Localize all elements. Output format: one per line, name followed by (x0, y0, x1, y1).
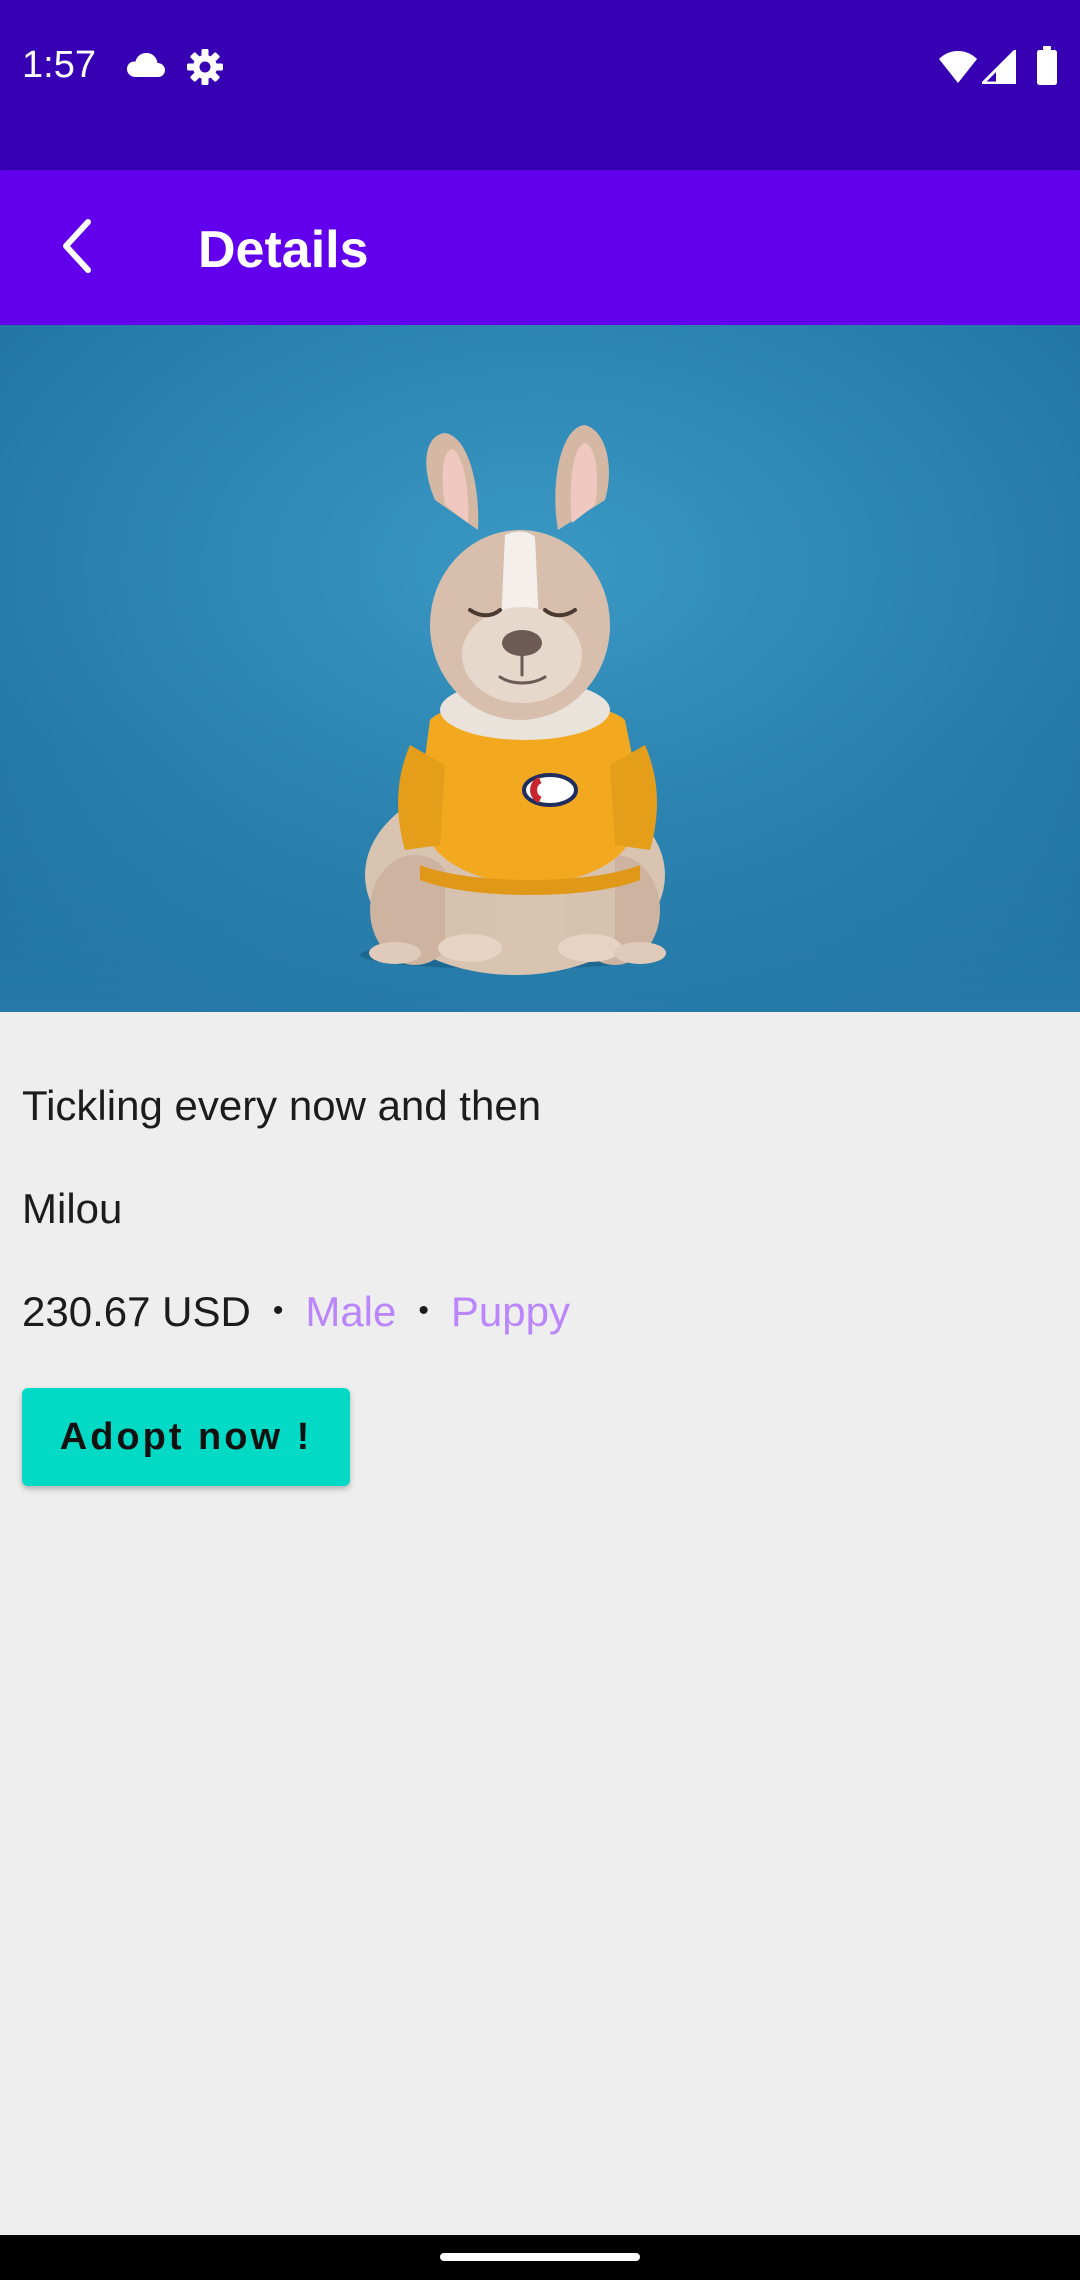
meta-separator: • (272, 1293, 284, 1327)
pet-age: Puppy (450, 1288, 570, 1335)
pet-price: 230.67 USD (22, 1288, 251, 1335)
app-bar: Details (0, 170, 1080, 325)
cloud-icon (127, 53, 165, 77)
pet-description: Tickling every now and then (22, 1082, 542, 1129)
pet-photo (0, 325, 1080, 1012)
navigation-bar (0, 2235, 1080, 2280)
pet-name: Milou (22, 1185, 123, 1232)
adopt-button[interactable]: Adopt now ! (22, 1388, 350, 1486)
page-title: Details (198, 221, 369, 279)
pet-meta: 230.67 USD • Male • Puppy (22, 1288, 570, 1336)
chevron-left-icon (63, 219, 91, 273)
status-bar: 1:57 (0, 0, 1080, 170)
signal-icon (982, 50, 1016, 84)
wifi-icon (939, 51, 977, 83)
meta-separator: • (418, 1293, 429, 1327)
pet-gender: Male (305, 1288, 397, 1335)
status-time: 1:57 (22, 44, 96, 86)
back-button[interactable] (36, 204, 120, 288)
battery-icon (1037, 46, 1057, 85)
home-gesture-handle[interactable] (440, 2253, 640, 2261)
gear-icon (187, 49, 223, 85)
